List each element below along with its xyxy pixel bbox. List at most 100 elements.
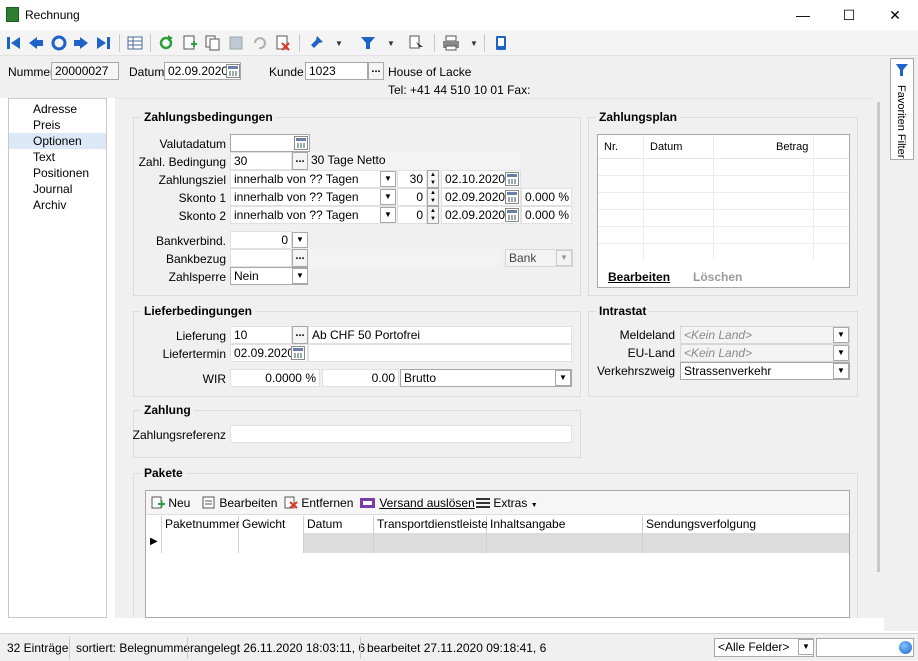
- table-view-icon[interactable]: [125, 33, 145, 53]
- bankbezug-field[interactable]: [230, 249, 292, 267]
- pakete-extras-button[interactable]: Extras ▼: [476, 496, 538, 510]
- euland-select[interactable]: <Kein Land>: [680, 344, 850, 362]
- first-record-icon[interactable]: [4, 33, 24, 53]
- nav-item-journal[interactable]: Journal: [9, 181, 106, 197]
- skonto2-percent-field[interactable]: 0.000 %: [521, 206, 572, 224]
- table-cell[interactable]: [304, 533, 374, 553]
- kunde-field[interactable]: 1023: [305, 62, 368, 80]
- bankbezug-lookup-button[interactable]: ...: [292, 249, 308, 267]
- vertical-scrollbar[interactable]: [873, 98, 884, 618]
- zahlungsreferenz-field[interactable]: [230, 425, 572, 443]
- nav-item-preis[interactable]: Preis: [9, 117, 106, 133]
- pakete-new-button[interactable]: Neu: [151, 496, 190, 510]
- zahlungsplan-delete-button[interactable]: Löschen: [693, 270, 742, 284]
- nav-item-optionen[interactable]: Optionen: [9, 133, 106, 149]
- skonto2-days-field[interactable]: 0: [397, 206, 427, 224]
- skonto1-spinner[interactable]: ▲ ▼: [427, 188, 439, 206]
- zahlsperre-dropdown-icon[interactable]: ▼: [292, 268, 308, 284]
- skonto1-mode-select[interactable]: innerhalb von ?? Tagen: [230, 188, 396, 206]
- wir-amount-field[interactable]: 0.00: [322, 369, 399, 387]
- skonto2-calendar-icon[interactable]: [505, 208, 519, 222]
- minimize-button[interactable]: —: [780, 0, 826, 30]
- copy-document-icon[interactable]: [203, 33, 223, 53]
- zahlungsziel-dropdown-icon[interactable]: ▼: [380, 171, 396, 187]
- lieferung-field[interactable]: 10: [230, 326, 292, 344]
- skonto1-days-field[interactable]: 0: [397, 188, 427, 206]
- zahlungsplan-table[interactable]: Nr. Datum Betrag Bearbeiten Löschen: [597, 134, 850, 288]
- pakete-extras-label: Extras: [493, 496, 528, 510]
- nav-item-positionen[interactable]: Positionen: [9, 165, 106, 181]
- wir-mode-select[interactable]: Brutto: [400, 369, 572, 387]
- wir-mode-dropdown-icon[interactable]: ▼: [555, 370, 571, 386]
- meldeland-select[interactable]: <Kein Land>: [680, 326, 850, 344]
- column-header[interactable]: Sendungsverfolgung: [643, 516, 849, 533]
- previous-record-icon[interactable]: [26, 33, 46, 53]
- table-cell[interactable]: [162, 533, 239, 553]
- column-header[interactable]: Gewicht: [239, 516, 304, 533]
- column-header[interactable]: Paketnummer: [162, 516, 240, 533]
- filter-dropdown-icon[interactable]: ▼: [387, 39, 395, 48]
- pin-icon[interactable]: [306, 33, 326, 53]
- skonto2-mode-select[interactable]: innerhalb von ?? Tagen: [230, 206, 396, 224]
- column-header[interactable]: Transportdienstleister: [374, 516, 492, 533]
- nav-item-adresse[interactable]: Adresse: [9, 101, 106, 117]
- reload-icon[interactable]: [156, 33, 176, 53]
- zahlungsziel-label: Zahlungsziel: [158, 173, 226, 187]
- valutadatum-calendar-icon[interactable]: [294, 136, 308, 150]
- kunde-lookup-button[interactable]: ...: [368, 62, 384, 80]
- liefertermin-calendar-icon[interactable]: [291, 346, 305, 360]
- zahlungsplan-edit-button[interactable]: Bearbeiten: [608, 270, 670, 284]
- meldeland-dropdown-icon[interactable]: ▼: [833, 327, 849, 343]
- skonto1-percent-field[interactable]: 0.000 %: [521, 188, 572, 206]
- print-dropdown-icon[interactable]: ▼: [470, 39, 478, 48]
- skonto1-dropdown-icon[interactable]: ▼: [380, 189, 396, 205]
- zahlungsziel-mode-select[interactable]: innerhalb von ?? Tagen: [230, 170, 396, 188]
- table-cell[interactable]: [487, 533, 643, 553]
- favoriten-filter-tab[interactable]: Favoriten Filter: [890, 58, 914, 160]
- search-globe-icon[interactable]: [899, 641, 912, 654]
- zahl-bedingung-lookup-button[interactable]: ...: [292, 152, 308, 170]
- last-record-icon[interactable]: [93, 33, 113, 53]
- nav-item-text[interactable]: Text: [9, 149, 106, 165]
- skonto1-calendar-icon[interactable]: [505, 190, 519, 204]
- maximize-button[interactable]: ☐: [826, 0, 872, 30]
- pin-dropdown-icon[interactable]: ▼: [335, 39, 343, 48]
- navigate-icon[interactable]: [406, 33, 426, 53]
- pakete-edit-button[interactable]: Bearbeiten: [202, 496, 277, 510]
- verkehrszweig-dropdown-icon[interactable]: ▼: [833, 363, 849, 379]
- pakete-remove-button[interactable]: Entfernen: [284, 496, 353, 510]
- filter-icon[interactable]: [358, 33, 378, 53]
- calendar-icon[interactable]: [226, 64, 240, 78]
- save-icon[interactable]: [226, 33, 246, 53]
- zahl-bedingung-field[interactable]: 30: [230, 152, 292, 170]
- wir-percent-field[interactable]: 0.0000 %: [230, 369, 320, 387]
- verkehrszweig-select[interactable]: Strassenverkehr: [680, 362, 850, 380]
- euland-dropdown-icon[interactable]: ▼: [833, 345, 849, 361]
- next-record-icon[interactable]: [71, 33, 91, 53]
- close-button[interactable]: ✕: [872, 0, 918, 30]
- table-cell[interactable]: [374, 533, 487, 553]
- nav-item-archiv[interactable]: Archiv: [9, 197, 106, 213]
- mobile-icon[interactable]: [491, 33, 511, 53]
- bankverbind-dropdown-icon[interactable]: ▼: [292, 232, 308, 248]
- bank-dropdown-icon[interactable]: ▼: [556, 250, 572, 266]
- delete-icon[interactable]: [273, 33, 293, 53]
- nummer-field[interactable]: 20000027: [51, 62, 119, 80]
- zahlungsziel-spinner[interactable]: ▲ ▼: [427, 170, 439, 188]
- column-header[interactable]: Inhaltsangabe: [487, 516, 643, 533]
- zahlungsziel-calendar-icon[interactable]: [505, 172, 519, 186]
- undo-icon[interactable]: [249, 33, 269, 53]
- new-document-icon[interactable]: [180, 33, 200, 53]
- lieferung-lookup-button[interactable]: ...: [292, 326, 308, 344]
- table-cell[interactable]: [239, 533, 304, 553]
- print-icon[interactable]: [441, 33, 461, 53]
- zahlungsziel-days-field[interactable]: 30: [397, 170, 427, 188]
- pakete-ship-button[interactable]: Versand auslösen: [360, 496, 475, 510]
- skonto2-spinner[interactable]: ▲ ▼: [427, 206, 439, 224]
- bankverbind-field[interactable]: 0: [230, 231, 292, 249]
- refresh-search-icon[interactable]: [49, 33, 69, 53]
- column-header[interactable]: Datum: [304, 516, 374, 533]
- search-field-dropdown-icon[interactable]: ▼: [798, 639, 814, 655]
- table-cell[interactable]: [643, 533, 849, 553]
- skonto2-dropdown-icon[interactable]: ▼: [380, 207, 396, 223]
